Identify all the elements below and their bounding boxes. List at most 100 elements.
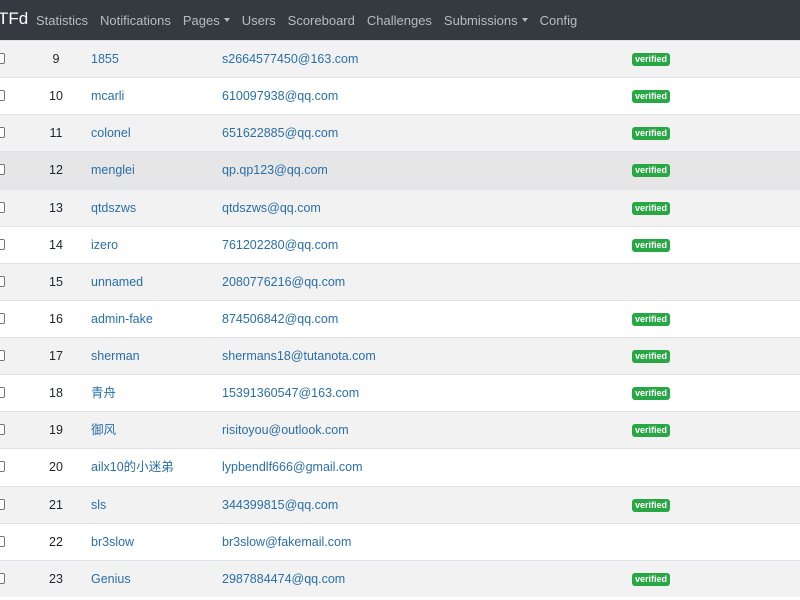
table-row[interactable]: 14 izero 761202280@qq.com verified <box>0 225 800 263</box>
user-email-link[interactable]: 2080776216@qq.com <box>222 264 345 300</box>
table-row[interactable]: 20 ailx10的小迷弟 lypbendlf666@gmail.com <box>0 448 800 486</box>
row-checkbox[interactable] <box>0 127 5 139</box>
user-id: 14 <box>49 237 63 252</box>
caret-down-icon <box>223 18 230 22</box>
user-name-link[interactable]: Genius <box>91 561 131 597</box>
verified-badge: verified <box>632 238 671 252</box>
brand-logo[interactable]: TFd <box>0 0 28 40</box>
nav-item-config[interactable]: Config <box>540 13 578 28</box>
table-row[interactable]: 15 unnamed 2080776216@qq.com <box>0 262 800 300</box>
nav-menu: Statistics Notifications Pages Users Scorebo… <box>36 0 589 40</box>
user-id: 18 <box>49 386 63 401</box>
user-name-link[interactable]: sherman <box>91 338 140 374</box>
user-name-link[interactable]: colonel <box>91 115 131 151</box>
verified-badge: verified <box>632 127 671 141</box>
user-id: 22 <box>49 534 63 549</box>
table-row[interactable]: 21 sls 344399815@qq.com verified <box>0 485 800 523</box>
nav-item-notifications[interactable]: Notifications <box>100 13 171 28</box>
table-row[interactable]: 11 colonel 651622885@qq.com verified <box>0 114 800 152</box>
user-email-link[interactable]: lypbendlf666@gmail.com <box>222 449 363 485</box>
verified-badge: verified <box>632 312 671 326</box>
user-email-link[interactable]: 610097938@qq.com <box>222 78 338 114</box>
table-row[interactable]: 22 br3slow br3slow@fakemail.com <box>0 522 800 560</box>
user-id: 21 <box>49 497 63 512</box>
user-id: 10 <box>49 89 63 104</box>
user-id: 16 <box>49 311 63 326</box>
user-id: 12 <box>49 163 63 178</box>
nav-item-statistics[interactable]: Statistics <box>36 13 88 28</box>
table-row[interactable]: 19 御风 risitoyou@outlook.com verified <box>0 411 800 449</box>
row-checkbox[interactable] <box>0 238 5 250</box>
user-email-link[interactable]: qtdszws@qq.com <box>222 190 321 226</box>
verified-badge: verified <box>632 350 671 363</box>
nav-item-label: Submissions <box>443 12 518 28</box>
table-row[interactable]: 18 青舟 15391360547@163.com verified <box>0 374 800 412</box>
user-name-link[interactable]: ailx10的小迷弟 <box>91 449 174 485</box>
nav-item-label: Config <box>539 12 578 28</box>
row-checkbox[interactable] <box>0 350 5 361</box>
row-checkbox[interactable] <box>0 387 5 399</box>
user-name-link[interactable]: menglei <box>91 152 135 188</box>
row-checkbox[interactable] <box>0 572 5 584</box>
row-checkbox[interactable] <box>0 164 5 176</box>
table-row[interactable]: 16 admin-fake 874506842@qq.com verified <box>0 299 800 337</box>
verified-badge: verified <box>632 53 671 66</box>
user-email-link[interactable]: shermans18@tutanota.com <box>222 338 376 374</box>
table-row[interactable]: 13 qtdszws qtdszws@qq.com verified <box>0 188 800 226</box>
user-email-link[interactable]: br3slow@fakemail.com <box>222 524 351 560</box>
nav-item-challenges[interactable]: Challenges <box>367 13 432 28</box>
nav-item-label: Notifications <box>100 12 171 28</box>
table-row[interactable]: 10 mcarli 610097938@qq.com verified <box>0 77 800 115</box>
user-email-link[interactable]: 651622885@qq.com <box>222 115 338 151</box>
user-email-link[interactable]: 2987884474@qq.com <box>222 561 345 597</box>
user-id: 19 <box>49 423 63 438</box>
table-row[interactable]: 12 menglei qp.qp123@qq.com verified <box>0 151 800 189</box>
row-checkbox[interactable] <box>0 424 5 436</box>
brand-text[interactable]: TFd <box>0 9 28 28</box>
row-checkbox[interactable] <box>0 53 5 64</box>
user-name-link[interactable]: mcarli <box>91 78 124 114</box>
verified-badge: verified <box>632 387 671 401</box>
nav-item-label: Users <box>241 12 276 28</box>
nav-item-pages[interactable]: Pages <box>183 13 230 28</box>
user-name-link[interactable]: 青舟 <box>91 375 116 411</box>
user-id: 11 <box>49 126 63 141</box>
verified-badge: verified <box>632 424 671 438</box>
user-id: 17 <box>49 349 63 363</box>
users-table: 9 1855 s2664577450@163.com verified 10 mcarli… <box>0 40 800 597</box>
user-name-link[interactable]: izero <box>91 227 118 263</box>
nav-item-scoreboard[interactable]: Scoreboard <box>288 13 355 28</box>
nav-item-label: Statistics <box>36 12 89 28</box>
nav-item-submissions[interactable]: Submissions <box>444 13 528 28</box>
row-checkbox[interactable] <box>0 275 5 287</box>
user-email-link[interactable]: 344399815@qq.com <box>222 487 338 523</box>
table-row[interactable]: 23 Genius 2987884474@qq.com verified <box>0 559 800 597</box>
user-name-link[interactable]: 御风 <box>91 412 116 448</box>
user-name-link[interactable]: qtdszws <box>91 190 136 226</box>
user-name-link[interactable]: 1855 <box>91 41 119 77</box>
user-email-link[interactable]: 761202280@qq.com <box>222 227 338 263</box>
row-checkbox[interactable] <box>0 535 5 547</box>
row-checkbox[interactable] <box>0 201 5 213</box>
caret-down-icon <box>521 18 528 22</box>
user-email-link[interactable]: 874506842@qq.com <box>222 301 338 337</box>
user-email-link[interactable]: qp.qp123@qq.com <box>222 152 328 188</box>
table-row[interactable]: 17 sherman shermans18@tutanota.com verified <box>0 337 800 375</box>
user-name-link[interactable]: br3slow <box>91 524 134 560</box>
user-email-link[interactable]: risitoyou@outlook.com <box>222 412 349 448</box>
user-email-link[interactable]: s2664577450@163.com <box>222 41 358 77</box>
row-checkbox[interactable] <box>0 312 5 324</box>
user-name-link[interactable]: admin-fake <box>91 301 153 337</box>
user-id: 23 <box>49 571 63 586</box>
row-checkbox[interactable] <box>0 90 5 102</box>
user-id: 9 <box>52 52 60 66</box>
table-row[interactable]: 9 1855 s2664577450@163.com verified <box>0 40 800 78</box>
nav-item-label: Pages <box>182 12 220 28</box>
row-checkbox[interactable] <box>0 461 5 473</box>
user-email-link[interactable]: 15391360547@163.com <box>222 375 359 411</box>
verified-badge: verified <box>632 572 671 586</box>
row-checkbox[interactable] <box>0 498 5 510</box>
user-name-link[interactable]: sls <box>91 487 106 523</box>
user-name-link[interactable]: unnamed <box>91 264 143 300</box>
nav-item-users[interactable]: Users <box>242 13 276 28</box>
